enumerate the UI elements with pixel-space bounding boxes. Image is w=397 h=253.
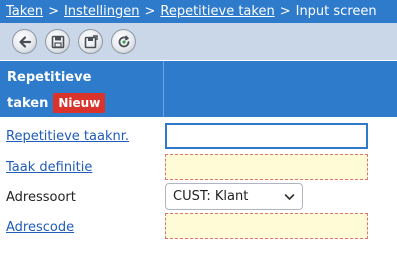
form-row-adressoort: Adressoort CUST: Klant: [0, 183, 397, 211]
adressoort-selected-value: CUST: Klant: [173, 189, 249, 204]
breadcrumb-current: Input screen: [295, 4, 377, 19]
breadcrumb-separator: >: [144, 4, 156, 19]
form-header: Repetitieve taken Nieuw: [0, 61, 397, 117]
breadcrumb-link-instellingen[interactable]: Instellingen: [64, 4, 140, 19]
status-badge: Nieuw: [53, 93, 106, 113]
adrescode-input[interactable]: [165, 213, 368, 239]
back-button[interactable]: [12, 29, 37, 54]
breadcrumb-separator: >: [48, 4, 59, 19]
save-close-button[interactable]: [78, 29, 103, 54]
breadcrumb: Taken > Instellingen > Repetitieve taken…: [0, 0, 397, 23]
breadcrumb-link-taken[interactable]: Taken: [6, 4, 43, 19]
breadcrumb-link-repetitieve-taken[interactable]: Repetitieve taken: [160, 4, 274, 19]
taak-definitie-label-link[interactable]: Taak definitie: [6, 160, 92, 175]
form-title-line2: taken: [7, 95, 49, 111]
breadcrumb-separator: >: [279, 4, 291, 19]
form-row-taak-definitie: Taak definitie: [0, 153, 397, 181]
refresh-button[interactable]: [111, 29, 136, 54]
form-row-taaknr: Repetitieve taaknr.: [0, 122, 397, 150]
taaknr-label-link[interactable]: Repetitieve taaknr.: [6, 129, 129, 144]
form-row-adrescode: Adrescode: [0, 213, 397, 241]
save-icon: [51, 35, 64, 48]
adrescode-label-link[interactable]: Adrescode: [6, 220, 74, 235]
save-close-icon: [84, 34, 98, 48]
toolbar: [0, 23, 397, 60]
adressoort-select[interactable]: CUST: Klant: [165, 183, 303, 210]
chevron-down-icon: [284, 194, 295, 200]
save-button[interactable]: [45, 29, 70, 54]
form-title-line1: Repetitieve: [7, 70, 92, 85]
form-title-block: Repetitieve taken Nieuw: [0, 61, 164, 117]
taak-definitie-input[interactable]: [165, 154, 368, 180]
back-icon: [18, 35, 31, 48]
refresh-icon: [118, 34, 129, 47]
taaknr-input[interactable]: [165, 123, 368, 149]
adressoort-label: Adressoort: [6, 189, 76, 205]
